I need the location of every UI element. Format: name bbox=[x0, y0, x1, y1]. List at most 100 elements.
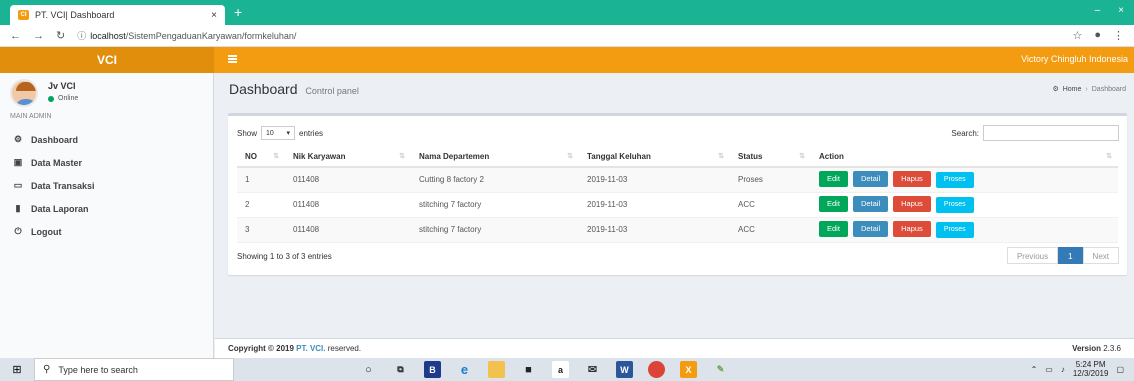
xampp-icon[interactable]: X bbox=[680, 361, 697, 378]
app-b-icon[interactable]: B bbox=[424, 361, 441, 378]
menu-dots-icon[interactable]: ⋮ bbox=[1113, 29, 1124, 42]
process-button[interactable]: Proses bbox=[935, 197, 974, 213]
url-path: /SistemPengaduanKaryawan/formkeluhan/ bbox=[125, 30, 297, 41]
user-name: Jv VCI bbox=[48, 81, 76, 91]
cell-nik: 011408 bbox=[285, 217, 411, 243]
sidebar-item-data-transaksi[interactable]: ▭ Data Transaksi bbox=[0, 174, 214, 197]
close-window-button[interactable]: × bbox=[1118, 5, 1124, 16]
sidebar-item-data-laporan[interactable]: ▮ Data Laporan bbox=[0, 197, 214, 220]
table-row: 2 011408 stitching 7 factory 2019-11-03 … bbox=[237, 192, 1118, 218]
detail-button[interactable]: Detail bbox=[852, 221, 889, 237]
page-1-button[interactable]: 1 bbox=[1058, 247, 1083, 264]
sidebar: Jv VCI Online MAIN ADMIN ⚙ Dashboard ▣ D… bbox=[0, 73, 214, 358]
cell-no: 3 bbox=[237, 217, 285, 243]
column-header[interactable]: NO ⇅ bbox=[237, 147, 285, 168]
version-label: Version bbox=[1072, 344, 1101, 353]
cell-no: 1 bbox=[237, 167, 285, 193]
browser-tab[interactable]: CI PT. VCI| Dashboard × bbox=[10, 5, 225, 25]
footer-suffix: reserved. bbox=[327, 344, 362, 353]
reload-icon[interactable]: ↻ bbox=[56, 29, 65, 42]
search-label: Search: bbox=[951, 128, 979, 138]
next-page-button[interactable]: Next bbox=[1082, 247, 1119, 264]
taskbar-apps: ○ ⧉ B e ■ a ✉ W X ✎ bbox=[360, 361, 729, 378]
windows-start-icon[interactable]: ⊞ bbox=[0, 358, 34, 381]
complaints-table: NO ⇅ Nik Karyawan ⇅ Nama Departemen ⇅ Tangg… bbox=[237, 147, 1118, 243]
sort-asc-icon: ⇅ bbox=[273, 153, 279, 160]
volume-icon[interactable]: ♪ bbox=[1061, 365, 1065, 374]
home-icon: ⚙ bbox=[1052, 86, 1059, 93]
back-icon[interactable]: ← bbox=[10, 30, 21, 42]
edge-icon[interactable]: e bbox=[456, 361, 473, 378]
table-row: 3 011408 stitching 7 factory 2019-11-03 … bbox=[237, 217, 1118, 243]
task-view-icon[interactable]: ⧉ bbox=[392, 361, 409, 378]
tab-close-icon[interactable]: × bbox=[211, 10, 217, 21]
breadcrumb: ⚙ Home › Dashboard bbox=[1052, 85, 1126, 94]
cell-departemen: Cutting 8 factory 2 bbox=[411, 167, 579, 193]
pagination: Previous 1 Next bbox=[1006, 247, 1119, 264]
word-icon[interactable]: W bbox=[616, 361, 633, 378]
url-host: localhost bbox=[90, 30, 126, 41]
tray-chevron-icon[interactable]: ⌃ bbox=[1031, 365, 1038, 374]
sidebar-item-logout[interactable]: ⏻ Logout bbox=[0, 220, 214, 243]
footer-brand-link[interactable]: PT. VCI. bbox=[296, 344, 325, 353]
amazon-icon[interactable]: a bbox=[552, 361, 569, 378]
sidebar-item-data-master[interactable]: ▣ Data Master bbox=[0, 151, 214, 174]
page-title-text: Dashboard bbox=[229, 81, 298, 97]
url-input[interactable]: localhost/SistemPengaduanKaryawan/formke… bbox=[90, 31, 296, 41]
avatar bbox=[10, 79, 38, 107]
delete-button[interactable]: Hapus bbox=[893, 196, 931, 212]
edit-button[interactable]: Edit bbox=[819, 221, 848, 237]
store-icon[interactable]: ■ bbox=[520, 361, 537, 378]
column-header[interactable]: Tanggal Keluhan ⇅ bbox=[579, 147, 730, 168]
detail-button[interactable]: Detail bbox=[852, 171, 889, 188]
entries-select[interactable]: 10 ▾ bbox=[261, 126, 296, 140]
sort-icon: ⇅ bbox=[567, 153, 573, 160]
delete-button[interactable]: Hapus bbox=[893, 171, 931, 188]
edit-button[interactable]: Edit bbox=[819, 196, 848, 212]
star-icon[interactable]: ☆ bbox=[1072, 29, 1082, 42]
process-button[interactable]: Proses bbox=[935, 222, 974, 238]
cell-status: Proses bbox=[730, 167, 811, 193]
tab-title: PT. VCI| Dashboard bbox=[35, 10, 115, 20]
notifications-icon[interactable]: ▢ bbox=[1116, 365, 1124, 374]
paint-icon[interactable]: ✎ bbox=[712, 361, 729, 378]
edit-button[interactable]: Edit bbox=[819, 171, 848, 188]
detail-button[interactable]: Detail bbox=[852, 196, 889, 212]
profile-icon[interactable]: ● bbox=[1094, 29, 1101, 42]
footer: Copyright © 2019 PT. VCI. reserved. Vers… bbox=[215, 338, 1134, 358]
minimize-button[interactable]: – bbox=[1095, 5, 1101, 16]
taskbar-search[interactable]: ⚲ Type here to search bbox=[34, 358, 234, 381]
nav-header: MAIN ADMIN bbox=[10, 113, 52, 120]
column-header[interactable]: Nik Karyawan ⇅ bbox=[285, 147, 411, 168]
cortana-icon[interactable]: ○ bbox=[360, 361, 377, 378]
mail-icon[interactable]: ✉ bbox=[584, 361, 601, 378]
sidebar-item-dashboard[interactable]: ⚙ Dashboard bbox=[0, 128, 214, 151]
chrome-icon[interactable] bbox=[648, 361, 665, 378]
cell-nik: 011408 bbox=[285, 167, 411, 193]
info-icon[interactable]: ⓘ bbox=[77, 29, 86, 42]
battery-icon[interactable]: ▭ bbox=[1045, 365, 1053, 374]
company-name[interactable]: Victory Chingluh Indonesia bbox=[1021, 54, 1128, 64]
version-number: 2.3.6 bbox=[1103, 344, 1121, 353]
process-button[interactable]: Proses bbox=[935, 172, 974, 189]
column-header[interactable]: Action ⇅ bbox=[811, 147, 1118, 168]
new-tab-button[interactable]: + bbox=[234, 5, 242, 19]
delete-button[interactable]: Hapus bbox=[893, 221, 931, 237]
forward-icon[interactable]: → bbox=[33, 30, 44, 42]
file-explorer-icon[interactable] bbox=[488, 361, 505, 378]
clock[interactable]: 5:24 PM 12/3/2019 bbox=[1073, 360, 1109, 378]
entries-label: entries bbox=[299, 128, 324, 138]
app-logo[interactable]: VCI bbox=[0, 47, 214, 73]
user-info: Jv VCI Online bbox=[48, 79, 78, 107]
column-header[interactable]: Status ⇅ bbox=[730, 147, 811, 168]
monitor-icon: ▭ bbox=[13, 180, 23, 190]
previous-page-button[interactable]: Previous bbox=[1006, 247, 1059, 264]
address-bar-actions: ☆ ● ⋮ bbox=[1072, 29, 1124, 42]
cell-nik: 011408 bbox=[285, 192, 411, 218]
breadcrumb-home[interactable]: Home bbox=[1063, 86, 1082, 93]
hamburger-icon[interactable] bbox=[228, 55, 237, 63]
cell-status: ACC bbox=[730, 192, 811, 218]
page-title: Dashboard Control panel bbox=[229, 81, 359, 97]
search-input[interactable] bbox=[983, 125, 1119, 141]
column-header[interactable]: Nama Departemen ⇅ bbox=[411, 147, 579, 168]
